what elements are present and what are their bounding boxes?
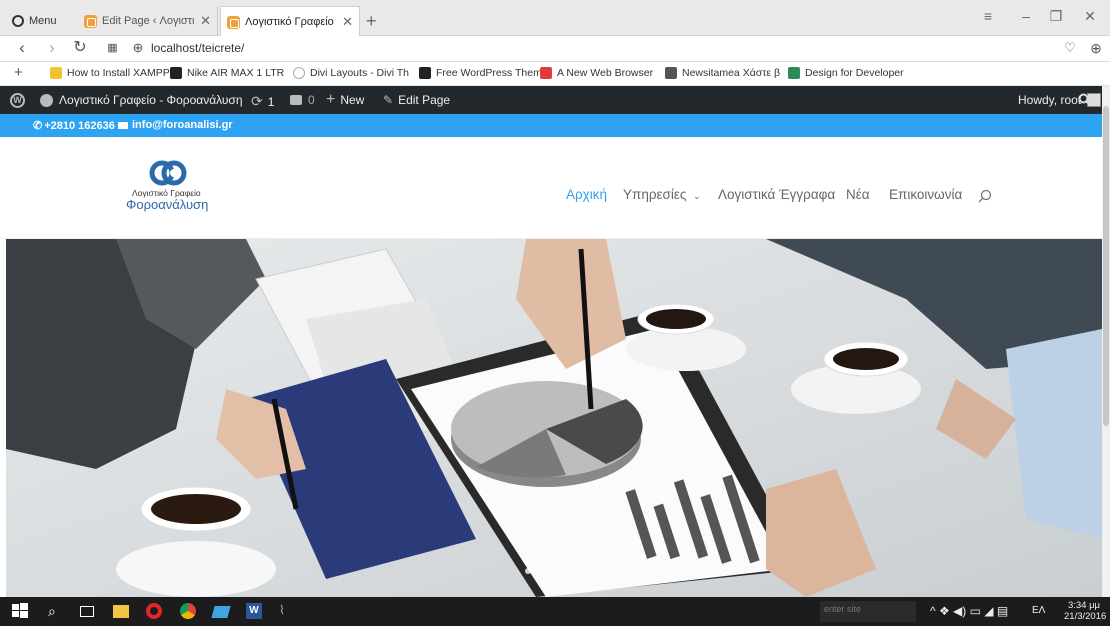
tab-title: Λογιστικό Γραφείο – Φορ: [245, 16, 336, 28]
bookmark-favicon-icon: [50, 67, 62, 79]
bookmark-favicon-icon: [170, 67, 182, 79]
forward-icon[interactable]: ›: [42, 38, 62, 58]
search-icon[interactable]: ⌕: [48, 603, 66, 621]
menu-label: Menu: [29, 15, 57, 27]
file-explorer-icon[interactable]: [113, 603, 131, 621]
bookmark-item[interactable]: Free WordPress Them: [419, 67, 542, 79]
browser-tab-bar: Menu Edit Page ‹ Λογιστικό Γρα ✕ Λογιστι…: [0, 0, 1110, 37]
app-icon[interactable]: [211, 603, 231, 621]
opera-logo-icon: [12, 15, 24, 27]
windows-start-icon[interactable]: [12, 603, 30, 621]
bookmark-item[interactable]: How to Install XAMPP: [50, 67, 170, 79]
tab-edit-page[interactable]: Edit Page ‹ Λογιστικό Γρα ✕: [78, 6, 218, 36]
clock[interactable]: 3:34 μμ 21/3/2016: [1064, 600, 1106, 622]
chevron-down-icon: ⌄: [693, 191, 701, 201]
bookmark-item[interactable]: Nike AIR MAX 1 LTR: [170, 67, 284, 79]
site-favicon-icon: [84, 14, 97, 28]
heart-icon[interactable]: ♡: [1060, 38, 1080, 58]
opera-icon[interactable]: [146, 603, 164, 621]
bookmark-favicon-icon: [540, 67, 552, 79]
globe-icon: ⊕: [132, 40, 144, 55]
windows-taskbar: ⌕ W ⌇ enter site ^ ❖ ◀) ▭ ◢ ▤ ΕΛ 3:34 μμ…: [0, 597, 1110, 626]
nav-accounting-docs[interactable]: Λογιστικά Έγγραφα: [718, 187, 835, 202]
logo-line2: Φοροανάλυση: [126, 197, 209, 212]
nav-contact[interactable]: Επικοινωνία: [889, 187, 962, 202]
plus-icon: +: [326, 91, 336, 108]
wp-edit-page[interactable]: ✎ Edit Page: [383, 93, 450, 107]
wp-comments[interactable]: 0: [290, 93, 315, 107]
dashboard-icon: [40, 93, 53, 107]
nav-news[interactable]: Νέα: [846, 187, 870, 202]
site-favicon-icon: [227, 15, 240, 29]
app-icon[interactable]: ⌇: [279, 603, 297, 621]
wp-site-name[interactable]: Λογιστικό Γραφείο - Φοροανάλυση: [40, 93, 243, 107]
taskbar-search-field[interactable]: enter site: [820, 601, 916, 622]
phone-info: ✆ +2810 162636: [33, 119, 115, 133]
bookmark-item[interactable]: Newsitamea Χάστε β: [665, 67, 780, 79]
bookmark-item[interactable]: A New Web Browser: [540, 67, 653, 79]
wp-admin-bar: W Λογιστικό Γραφείο - Φοροανάλυση ⟳ 1 0 …: [0, 86, 1102, 114]
new-tab-button[interactable]: +: [366, 6, 386, 36]
address-bar-row: ‹ › ↻ ▦ ⊕ localhost/teicrete/ ♡ ⊕: [0, 36, 1110, 62]
contact-strip: ✆ +2810 162636 info@foroanalisi.gr: [0, 114, 1102, 137]
close-tab-icon[interactable]: ✕: [336, 14, 353, 30]
scrollbar-thumb[interactable]: [1103, 106, 1109, 426]
bookmark-favicon-icon: [665, 67, 677, 79]
opera-menu-button[interactable]: Menu: [6, 6, 68, 36]
wp-updates[interactable]: ⟳ 1: [251, 93, 274, 110]
bookmarks-bar: + How to Install XAMPP Nike AIR MAX 1 LT…: [0, 63, 1110, 86]
system-tray-icons[interactable]: ^ ❖ ◀) ▭ ◢ ▤: [930, 604, 1008, 618]
bookmark-item[interactable]: Divi Layouts - Divi Th: [293, 67, 409, 79]
wp-new[interactable]: + New: [326, 91, 364, 108]
comment-icon: [290, 95, 302, 105]
reload-icon[interactable]: ↻: [70, 38, 90, 58]
bookmark-favicon-icon: [419, 67, 431, 79]
url-field[interactable]: localhost/teicrete/: [151, 39, 244, 57]
tab-menu-icon[interactable]: ≡: [976, 8, 1000, 24]
updates-icon: ⟳: [251, 93, 263, 109]
close-tab-icon[interactable]: ✕: [194, 13, 211, 29]
hero-image: [6, 239, 1102, 597]
speed-dial-icon[interactable]: ▦: [102, 38, 122, 58]
site-header: Λογιστικό Γραφείο Φοροανάλυση Αρχική Υπη…: [0, 137, 1102, 239]
bookmark-favicon-icon: [788, 67, 800, 79]
language-indicator[interactable]: ΕΛ: [1032, 605, 1045, 616]
add-bookmark-icon[interactable]: +: [14, 64, 23, 81]
email-info[interactable]: info@foroanalisi.gr: [118, 119, 233, 131]
site-logo[interactable]: Λογιστικό Γραφείο Φοροανάλυση: [118, 159, 228, 219]
download-icon[interactable]: ⊕: [1086, 38, 1106, 58]
bookmark-favicon-icon: [293, 67, 305, 79]
phone-icon: ✆: [33, 120, 43, 132]
nav-home[interactable]: Αρχική: [566, 187, 607, 202]
envelope-icon: [118, 121, 128, 129]
header-search-icon[interactable]: [978, 189, 992, 206]
bookmark-item[interactable]: Design for Developer: [788, 67, 904, 79]
word-icon[interactable]: W: [246, 603, 264, 621]
pencil-icon: ✎: [383, 93, 394, 107]
search-icon[interactable]: [1078, 93, 1091, 106]
nav-services[interactable]: Υπηρεσίες ⌄: [623, 187, 701, 202]
tab-active-site[interactable]: Λογιστικό Γραφείο – Φορ ✕: [220, 6, 360, 37]
page-scrollbar[interactable]: [1102, 86, 1110, 597]
logo-mark-icon: [149, 160, 187, 186]
task-view-icon[interactable]: [80, 603, 98, 621]
back-icon[interactable]: ‹: [12, 38, 32, 58]
maximize-button[interactable]: ❐: [1044, 8, 1068, 25]
chrome-icon[interactable]: [180, 603, 198, 621]
minimize-button[interactable]: –: [1014, 8, 1038, 24]
tab-title: Edit Page ‹ Λογιστικό Γρα: [102, 15, 194, 27]
wordpress-logo-icon[interactable]: W: [10, 93, 25, 108]
close-window-button[interactable]: ✕: [1078, 8, 1102, 25]
